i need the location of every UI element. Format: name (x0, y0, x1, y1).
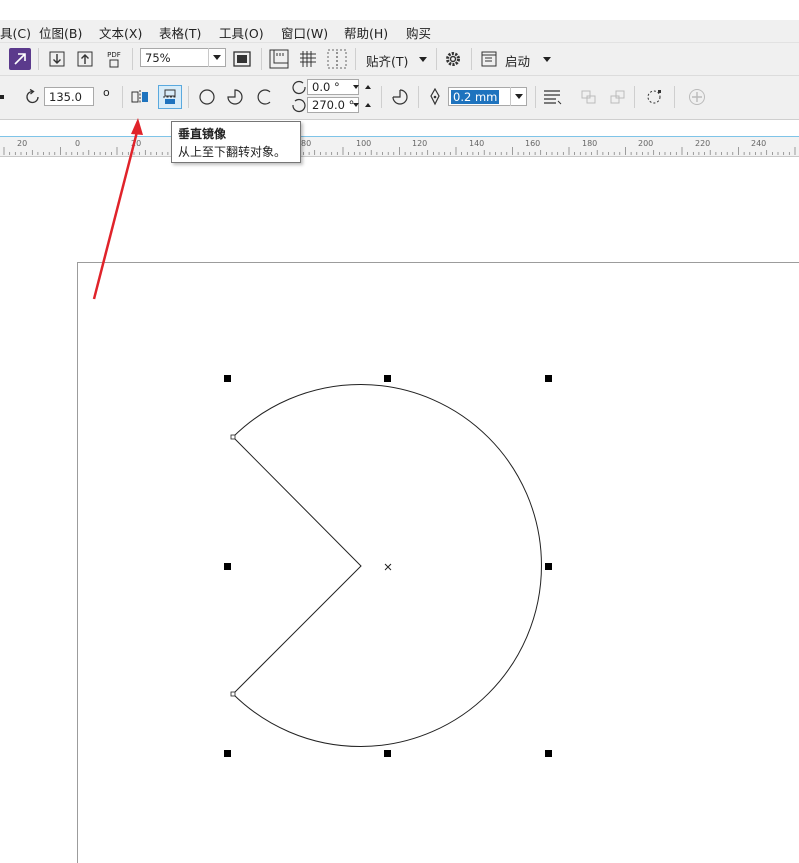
toolbar-separator (436, 48, 437, 70)
ruler-tick-label: 80 (301, 139, 312, 148)
window-top-strip (0, 0, 799, 20)
export-icon[interactable] (74, 48, 96, 70)
menu-item-bitmap[interactable]: 位图(B) (39, 23, 82, 42)
menu-item-window[interactable]: 窗口(W) (281, 23, 328, 42)
zoom-dropdown-arrow[interactable] (208, 48, 224, 67)
drawing-page-border (77, 262, 799, 863)
to-front-icon (578, 86, 600, 108)
selection-handle-bottom-center[interactable] (384, 750, 391, 757)
to-back-icon (607, 86, 629, 108)
snap-to-dropdown[interactable]: 贴齐(T) (366, 51, 408, 70)
horizontal-ruler[interactable]: 20 0 20 40 60 80 100 120 140 160 180 200… (0, 136, 799, 157)
ruler-tick-label: 140 (469, 139, 485, 148)
arc-icon[interactable] (253, 86, 275, 108)
zoom-level-value: 75% (145, 51, 171, 65)
ruler-tick-label: 0 (75, 139, 81, 148)
menu-item-text[interactable]: 文本(X) (99, 23, 142, 42)
rotation-angle-icon (22, 86, 44, 108)
pie-icon[interactable] (224, 86, 246, 108)
tooltip-title: 垂直镜像 (178, 127, 227, 141)
menu-item-help[interactable]: 帮助(H) (344, 23, 388, 42)
launch-dropdown-arrow-icon[interactable] (536, 48, 558, 70)
menu-item-tools[interactable]: 工具(O) (219, 23, 264, 42)
end-angle-spinner[interactable] (350, 97, 374, 113)
add-icon (686, 86, 708, 108)
toolbar-edge-marker (0, 95, 4, 99)
mirror-vertical-tooltip: 垂直镜像 从上至下翻转对象。 (171, 121, 301, 163)
app-launcher-icon[interactable] (9, 48, 31, 70)
menu-item-tools-partial[interactable]: 具(C) (0, 23, 31, 42)
toolbar-separator (471, 48, 472, 70)
ruler-tick-label: 240 (751, 139, 767, 148)
ruler-tick-label: 200 (638, 139, 654, 148)
change-direction-icon[interactable] (389, 86, 411, 108)
ruler-tick-label: 120 (412, 139, 428, 148)
ruler-tick-label: 160 (525, 139, 541, 148)
toolbar-separator (674, 86, 675, 108)
standard-toolbar: PDF 75% 贴齐(T) 启动 (0, 43, 799, 76)
convert-to-curves-icon[interactable] (643, 86, 665, 108)
tooltip-description: 从上至下翻转对象。 (178, 145, 287, 159)
show-grid-icon[interactable] (297, 48, 319, 70)
annotation-arrow-head (131, 118, 143, 135)
ruler-tick-label: 180 (582, 139, 598, 148)
ruler-tick-label: 20 (17, 139, 28, 148)
export-pdf-icon[interactable]: PDF (103, 48, 125, 70)
launch-dropdown[interactable]: 启动 (505, 51, 530, 70)
property-bar: 135.0 o 0.0 ° 270.0 ° 0.2 mm (0, 76, 799, 120)
settings-gear-icon[interactable] (442, 48, 464, 70)
toolbar-separator (132, 48, 133, 70)
selection-handle-top-right[interactable] (545, 375, 552, 382)
start-angle-spinner[interactable] (350, 79, 374, 95)
full-screen-preview-icon[interactable] (231, 48, 253, 70)
show-guidelines-icon[interactable] (326, 48, 348, 70)
outline-width-dropdown-arrow[interactable] (510, 87, 526, 106)
launch-window-icon[interactable] (478, 48, 500, 70)
mirror-vertical-icon[interactable] (158, 85, 182, 109)
show-rulers-icon[interactable] (268, 48, 290, 70)
snap-dropdown-arrow-icon[interactable] (412, 48, 434, 70)
toolbar-separator (122, 86, 123, 108)
toolbar-separator (535, 86, 536, 108)
selection-handle-top-left[interactable] (224, 375, 231, 382)
end-angle-value: 270.0 ° (312, 98, 355, 112)
import-icon[interactable] (46, 48, 68, 70)
toolbar-separator (355, 48, 356, 70)
toolbar-separator (261, 48, 262, 70)
toolbar-separator (381, 86, 382, 108)
toolbar-separator (38, 48, 39, 70)
toolbar-separator (188, 86, 189, 108)
selection-handle-middle-left[interactable] (224, 563, 231, 570)
ruler-tick-label: 100 (356, 139, 372, 148)
rotation-angle-value: 135.0 (49, 90, 82, 104)
pdf-label: PDF (107, 50, 121, 59)
selection-handle-top-center[interactable] (384, 375, 391, 382)
toolbar-separator (418, 86, 419, 108)
menu-bar: 具(C) 位图(B) 文本(X) 表格(T) 工具(O) 窗口(W) 帮助(H)… (0, 20, 799, 43)
menu-item-buy[interactable]: 购买 (406, 23, 431, 42)
selection-handle-bottom-right[interactable] (545, 750, 552, 757)
outline-width-value: 0.2 mm (451, 90, 500, 104)
ellipse-icon[interactable] (196, 86, 218, 108)
ruler-tick-label: 220 (695, 139, 711, 148)
menu-item-table[interactable]: 表格(T) (159, 23, 201, 42)
ruler-ticks (3, 147, 796, 155)
wrap-text-icon[interactable] (541, 86, 563, 108)
mirror-horizontal-icon[interactable] (129, 86, 151, 108)
rotation-angle-input[interactable]: 135.0 (44, 87, 94, 106)
degree-symbol: o (103, 86, 110, 99)
ruler-tick-label: 20 (131, 139, 142, 148)
selection-handle-middle-right[interactable] (545, 563, 552, 570)
selection-handle-bottom-left[interactable] (224, 750, 231, 757)
toolbar-separator (634, 86, 635, 108)
pen-outline-icon (424, 86, 446, 108)
start-angle-value: 0.0 ° (312, 80, 340, 94)
